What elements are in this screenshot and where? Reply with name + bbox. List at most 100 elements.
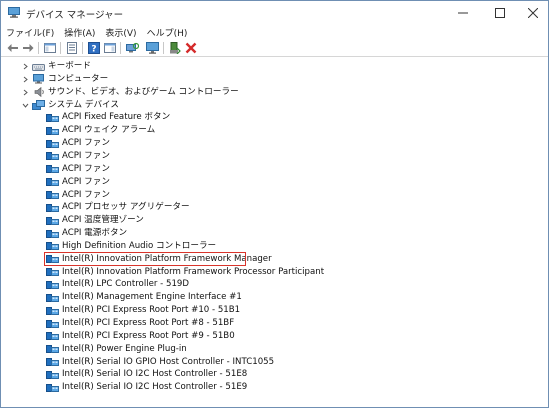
close-button[interactable]	[517, 1, 548, 25]
device-icon	[46, 293, 59, 302]
tree-item-label: ACPI ファン	[62, 176, 110, 187]
uninstall-device-icon	[185, 42, 197, 54]
properties-icon	[67, 42, 77, 54]
device-item[interactable]: Intel(R) Innovation Platform Framework P…	[1, 266, 546, 279]
device-icon	[46, 280, 59, 289]
device-item[interactable]: Intel(R) Serial IO I2C Host Controller -…	[1, 368, 546, 381]
menu-file[interactable]: ファイル(F)	[6, 26, 54, 39]
tree-category[interactable]: キーボード	[1, 60, 546, 73]
action-pane-button[interactable]	[103, 41, 117, 55]
device-icon	[46, 319, 59, 328]
device-item[interactable]: Intel(R) PCI Express Root Port #9 - 51B0	[1, 330, 546, 343]
minimize-icon	[458, 12, 468, 14]
device-item[interactable]: Intel(R) LPC Controller - 519D	[1, 278, 546, 291]
tree-item-label: Intel(R) Management Engine Interface #1	[62, 292, 242, 303]
collapse-arrow-icon[interactable]	[21, 99, 29, 112]
toolbar-separator	[60, 42, 61, 54]
device-item[interactable]: ACPI プロセッサ アグリゲーター	[1, 201, 546, 214]
tree-item-label: Intel(R) PCI Express Root Port #10 - 51B…	[62, 305, 241, 316]
tree-item-label: ACPI プロセッサ アグリゲーター	[62, 202, 190, 213]
uninstall-device-button[interactable]	[184, 41, 198, 55]
device-item[interactable]: High Definition Audio コントローラー	[1, 240, 546, 253]
device-item[interactable]: Intel(R) PCI Express Root Port #8 - 51BF	[1, 317, 546, 330]
action-pane-icon	[104, 43, 116, 53]
device-item[interactable]: ACPI 電源ボタン	[1, 227, 546, 240]
tree-item-label: Intel(R) PCI Express Root Port #8 - 51BF	[62, 318, 235, 328]
device-icon	[46, 216, 59, 225]
monitor-button[interactable]	[145, 41, 159, 55]
device-icon	[46, 178, 59, 187]
device-icon	[46, 126, 59, 135]
device-icon	[46, 242, 59, 251]
device-item[interactable]: ACPI 温度管理ゾーン	[1, 214, 546, 227]
computer-icon	[33, 74, 44, 84]
device-icon	[46, 113, 59, 122]
device-item[interactable]: Intel(R) Serial IO GPIO Host Controller …	[1, 356, 546, 369]
forward-button[interactable]	[21, 41, 35, 55]
device-item[interactable]: Intel(R) Serial IO I2C Host Controller -…	[1, 381, 546, 394]
properties-button[interactable]	[65, 41, 79, 55]
menu-view[interactable]: 表示(V)	[105, 26, 136, 39]
maximize-icon	[495, 8, 505, 18]
console-tree-button[interactable]	[43, 41, 57, 55]
device-item[interactable]: ACPI ファン	[1, 163, 546, 176]
help-icon: ?	[88, 42, 100, 54]
scan-hardware-button[interactable]	[125, 41, 139, 55]
forward-icon	[23, 44, 34, 52]
device-icon	[46, 332, 59, 341]
scan-hardware-icon	[125, 42, 139, 53]
device-item[interactable]: Intel(R) Power Engine Plug-in	[1, 343, 546, 356]
tree-category[interactable]: サウンド、ビデオ、およびゲーム コントローラー	[1, 86, 546, 99]
enable-device-button[interactable]	[168, 41, 182, 55]
device-icon	[46, 370, 59, 379]
expand-arrow-icon[interactable]	[21, 60, 29, 73]
expand-arrow-icon[interactable]	[21, 73, 29, 86]
device-item[interactable]: ACPI Fixed Feature ボタン	[1, 111, 546, 124]
device-icon	[46, 268, 59, 277]
device-tree: キーボードコンピューターサウンド、ビデオ、およびゲーム コントローラー システム …	[1, 58, 548, 408]
device-item[interactable]: ACPI ファン	[1, 176, 546, 189]
device-manager-window: デバイス マネージャー ファイル(F) 操作(A) 表示(V) ヘルプ(H) ?…	[0, 0, 549, 408]
tree-item-label: キーボード	[48, 61, 91, 71]
device-icon	[46, 152, 59, 161]
system-devices-icon	[32, 100, 45, 111]
tree-item-label: Intel(R) Innovation Platform Framework P…	[62, 266, 325, 277]
show-hide-console-tree-icon	[44, 43, 56, 53]
menu-bar: ファイル(F) 操作(A) 表示(V) ヘルプ(H)	[1, 25, 548, 40]
device-icon	[46, 139, 59, 148]
device-icon	[46, 203, 59, 212]
device-item[interactable]: ACPI ファン	[1, 189, 546, 202]
device-manager-icon	[8, 7, 20, 18]
device-item[interactable]: Intel(R) PCI Express Root Port #10 - 51B…	[1, 304, 546, 317]
keyboard-icon	[32, 63, 45, 71]
tree-item-label: ACPI ファン	[62, 150, 110, 161]
tree-item-label: Intel(R) Serial IO I2C Host Controller -…	[62, 382, 248, 393]
tree-category[interactable]: コンピューター	[1, 73, 546, 86]
toolbar-separator	[82, 42, 83, 54]
device-item[interactable]: Intel(R) Management Engine Interface #1	[1, 291, 546, 304]
tree-item-label: システム デバイス	[48, 99, 119, 110]
device-item[interactable]: ACPI ファン	[1, 150, 546, 163]
menu-help[interactable]: ヘルプ(H)	[147, 26, 188, 39]
device-icon	[46, 165, 59, 174]
toolbar: ?	[1, 40, 548, 57]
device-item[interactable]: ACPI ファン	[1, 137, 546, 150]
tree-category-expanded[interactable]: システム デバイス	[1, 99, 546, 112]
back-button[interactable]	[6, 41, 20, 55]
toolbar-separator	[38, 42, 39, 54]
enable-device-icon	[170, 42, 181, 54]
device-icon	[46, 229, 59, 238]
svg-text:?: ?	[91, 45, 96, 55]
monitor-icon	[145, 42, 159, 54]
help-button[interactable]: ?	[87, 41, 101, 55]
tree-item-label: ACPI 温度管理ゾーン	[62, 215, 144, 226]
device-icon	[46, 383, 59, 392]
tree-item-label: コンピューター	[48, 73, 109, 84]
menu-action[interactable]: 操作(A)	[64, 26, 95, 39]
device-item[interactable]: ACPI ウェイク アラーム	[1, 124, 546, 137]
device-icon	[46, 191, 59, 199]
minimize-button[interactable]	[445, 1, 481, 25]
tree-item-label: ACPI ファン	[62, 163, 110, 174]
expand-arrow-icon[interactable]	[21, 86, 29, 99]
maximize-button[interactable]	[482, 1, 518, 25]
